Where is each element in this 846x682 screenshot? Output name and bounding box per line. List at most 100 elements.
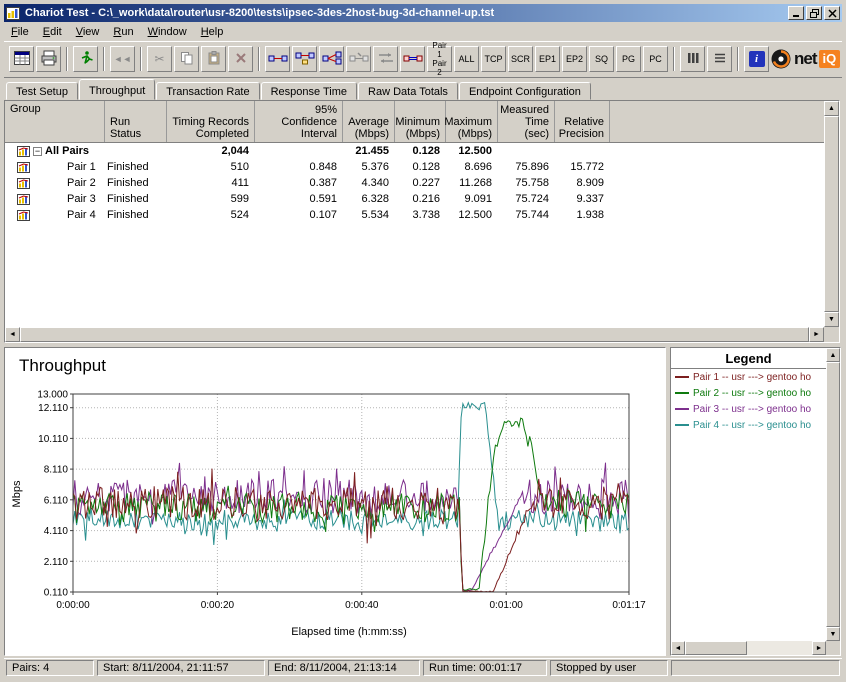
scroll-right-icon[interactable]: ► xyxy=(809,327,824,342)
legend-label: Pair 2 -- usr ---> gentoo ho xyxy=(693,388,811,399)
add-multicast-button[interactable] xyxy=(319,46,344,72)
scroll-thumb[interactable] xyxy=(20,327,809,342)
edit-pair-button[interactable] xyxy=(346,46,371,72)
view-pg-button[interactable]: PG xyxy=(616,46,641,72)
menu-view[interactable]: View xyxy=(69,24,107,40)
menu-run[interactable]: Run xyxy=(106,24,140,40)
tab-response-time[interactable]: Response Time xyxy=(261,82,357,100)
scroll-up-icon[interactable]: ▲ xyxy=(824,101,839,116)
new-test-button[interactable] xyxy=(9,46,34,72)
close-button[interactable] xyxy=(824,6,840,20)
table-horizontal-scrollbar[interactable]: ◄ ► xyxy=(5,327,824,342)
collapse-expander-icon[interactable]: − xyxy=(33,147,42,156)
svg-text:13.000: 13.000 xyxy=(37,390,68,401)
status-state: Stopped by user xyxy=(550,660,668,676)
column-header-precision[interactable]: Relative Precision xyxy=(555,101,610,142)
rewind-icon: ◄◄ xyxy=(114,54,132,64)
column-header-run-status[interactable]: Run Status xyxy=(105,101,167,142)
delete-button[interactable] xyxy=(228,46,253,72)
toolbar-separator xyxy=(140,47,142,71)
multicast-icon xyxy=(322,50,342,69)
column-header-minimum[interactable]: Minimum (Mbps) xyxy=(395,101,446,142)
scroll-thumb[interactable] xyxy=(824,116,839,312)
tab-endpoint-config[interactable]: Endpoint Configuration xyxy=(459,82,591,100)
toolbar-separator xyxy=(103,47,105,71)
legend-item-pair-1[interactable]: Pair 1 -- usr ---> gentoo ho xyxy=(671,369,826,385)
column-header-average[interactable]: Average (Mbps) xyxy=(343,101,395,142)
column-header-time[interactable]: Measured Time (sec) xyxy=(498,101,555,142)
view-ep2-button[interactable]: EP2 xyxy=(562,46,587,72)
columns-button[interactable] xyxy=(680,46,705,72)
throughput-chart-panel: Throughput Mbps 0.1102.1104.1106.1108.11… xyxy=(4,347,666,656)
column-header-confidence[interactable]: 95% Confidence Interval xyxy=(255,101,343,142)
column-header-group[interactable]: Group xyxy=(5,101,105,142)
rewind-button[interactable]: ◄◄ xyxy=(110,46,135,72)
legend-item-pair-3[interactable]: Pair 3 -- usr ---> gentoo ho xyxy=(671,401,826,417)
copy-button[interactable] xyxy=(174,46,199,72)
view-all-button[interactable]: ALL xyxy=(454,46,479,72)
legend-item-pair-2[interactable]: Pair 2 -- usr ---> gentoo ho xyxy=(671,385,826,401)
legend-horizontal-scrollbar[interactable]: ◄ ► xyxy=(671,641,826,655)
column-header-maximum[interactable]: Maximum (Mbps) xyxy=(446,101,498,142)
view-ep1-button[interactable]: EP1 xyxy=(535,46,560,72)
series-line-swatch xyxy=(675,392,689,394)
restore-button[interactable] xyxy=(806,6,822,20)
scroll-right-icon[interactable]: ► xyxy=(812,641,826,655)
tab-throughput[interactable]: Throughput xyxy=(79,79,155,100)
swap-endpoints-button[interactable] xyxy=(373,46,398,72)
view-tcp-button[interactable]: TCP xyxy=(481,46,506,72)
table-vertical-scrollbar[interactable]: ▲ ▼ xyxy=(824,101,839,327)
run-status: Finished xyxy=(105,177,167,189)
table-row-pair-3[interactable]: Pair 3 Finished 599 0.591 6.328 0.216 9.… xyxy=(5,191,839,207)
scrollbar-corner xyxy=(826,641,840,655)
column-header-records[interactable]: Timing Records Completed xyxy=(167,101,255,142)
all-pairs-average: 21.455 xyxy=(343,145,395,157)
print-button[interactable] xyxy=(36,46,61,72)
view-scr-button[interactable]: SCR xyxy=(508,46,533,72)
pair-chart-icon xyxy=(17,146,30,157)
table-row-all-pairs[interactable]: − All Pairs 2,044 21.455 0.128 12.500 xyxy=(5,143,839,159)
scroll-left-icon[interactable]: ◄ xyxy=(5,327,20,342)
title-bar[interactable]: Chariot Test - C:\_work\data\router\usr-… xyxy=(4,4,842,22)
svg-text:0:01:17: 0:01:17 xyxy=(612,600,646,611)
scroll-down-icon[interactable]: ▼ xyxy=(826,627,840,641)
table-row-pair-4[interactable]: Pair 4 Finished 524 0.107 5.534 3.738 12… xyxy=(5,207,839,223)
status-run-time: Run time: 00:01:17 xyxy=(423,660,547,676)
legend-item-pair-4[interactable]: Pair 4 -- usr ---> gentoo ho xyxy=(671,417,826,433)
view-pc-button[interactable]: PC xyxy=(643,46,668,72)
tab-test-setup[interactable]: Test Setup xyxy=(6,82,78,100)
connect-pairs-button[interactable] xyxy=(400,46,425,72)
show-pair-views-button[interactable]: Pair 1 Pair 2 xyxy=(427,46,452,72)
menu-window[interactable]: Window xyxy=(141,24,194,40)
scroll-thumb[interactable] xyxy=(826,362,840,627)
menu-edit[interactable]: Edit xyxy=(36,24,69,40)
help-button[interactable]: i xyxy=(744,46,769,72)
scroll-thumb[interactable] xyxy=(685,641,747,655)
status-end: End: 8/11/2004, 21:13:14 xyxy=(268,660,420,676)
view-sq-button[interactable]: SQ xyxy=(589,46,614,72)
list-view-button[interactable] xyxy=(707,46,732,72)
minimize-button[interactable] xyxy=(788,6,804,20)
scroll-left-icon[interactable]: ◄ xyxy=(671,641,685,655)
scroll-up-icon[interactable]: ▲ xyxy=(826,348,840,362)
delete-x-icon xyxy=(235,52,247,67)
logo-net-text: net xyxy=(794,49,817,69)
svg-text:12.110: 12.110 xyxy=(38,403,68,414)
run-test-button[interactable] xyxy=(73,46,98,72)
menu-help[interactable]: Help xyxy=(194,24,231,40)
paste-button[interactable] xyxy=(201,46,226,72)
svg-text:0.110: 0.110 xyxy=(44,588,69,599)
scroll-down-icon[interactable]: ▼ xyxy=(824,312,839,327)
legend-vertical-scrollbar[interactable]: ▲ ▼ xyxy=(826,348,840,641)
pair-link-icon xyxy=(268,50,288,69)
all-pairs-records: 2,044 xyxy=(167,145,255,157)
add-pair-button[interactable] xyxy=(265,46,290,72)
tab-transaction-rate[interactable]: Transaction Rate xyxy=(156,82,259,100)
add-pair-group-button[interactable] xyxy=(292,46,317,72)
cut-button[interactable]: ✂ xyxy=(147,46,172,72)
tab-raw-data-totals[interactable]: Raw Data Totals xyxy=(358,82,458,100)
table-row-pair-2[interactable]: Pair 2 Finished 411 0.387 4.340 0.227 11… xyxy=(5,175,839,191)
table-row-pair-1[interactable]: Pair 1 Finished 510 0.848 5.376 0.128 8.… xyxy=(5,159,839,175)
menu-file[interactable]: File xyxy=(4,24,36,40)
list-icon xyxy=(713,51,727,68)
